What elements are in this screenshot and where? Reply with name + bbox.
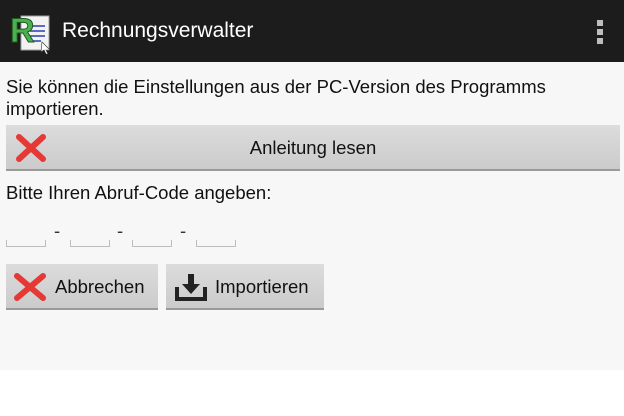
cancel-button[interactable]: Abbrechen bbox=[6, 264, 158, 310]
action-bar: R Rechnungsverwalter bbox=[0, 0, 624, 62]
code-field-3[interactable] bbox=[132, 228, 172, 247]
code-input-row: - - - bbox=[6, 220, 246, 250]
menu-dot bbox=[597, 20, 603, 26]
code-prompt-label: Bitte Ihren Abruf-Code angeben: bbox=[6, 182, 272, 203]
field-edge bbox=[70, 240, 71, 246]
field-edge bbox=[45, 240, 46, 246]
menu-dot bbox=[597, 29, 603, 35]
app-window: R Rechnungsverwalter Sie können die Eins… bbox=[0, 0, 624, 416]
read-guide-label: Anleitung lesen bbox=[249, 137, 377, 158]
intro-text: Sie können die Einstellungen aus der PC-… bbox=[6, 76, 546, 119]
field-edge bbox=[196, 240, 197, 246]
code-separator: - bbox=[117, 220, 124, 241]
code-field-2[interactable] bbox=[70, 228, 110, 247]
field-edge bbox=[132, 240, 133, 246]
code-separator: - bbox=[54, 220, 61, 241]
import-label: Importieren bbox=[215, 276, 309, 297]
import-panel: Sie können die Einstellungen aus der PC-… bbox=[0, 62, 624, 370]
menu-dot bbox=[597, 38, 603, 44]
cancel-label: Abbrechen bbox=[55, 276, 145, 297]
code-separator: - bbox=[180, 220, 187, 241]
overflow-menu-icon[interactable] bbox=[592, 18, 608, 46]
field-edge bbox=[171, 240, 172, 246]
code-field-4[interactable] bbox=[196, 228, 236, 247]
download-icon bbox=[175, 274, 207, 301]
app-logo-r-icon[interactable]: R bbox=[8, 8, 54, 54]
code-field-1[interactable] bbox=[6, 228, 46, 247]
svg-text:R: R bbox=[10, 12, 35, 50]
import-button[interactable]: Importieren bbox=[166, 264, 324, 310]
field-edge bbox=[109, 240, 110, 246]
field-edge bbox=[235, 240, 236, 246]
field-edge bbox=[6, 240, 7, 246]
close-x-icon bbox=[14, 273, 46, 301]
read-guide-button[interactable]: Anleitung lesen bbox=[6, 125, 620, 171]
app-title: Rechnungsverwalter bbox=[62, 19, 254, 42]
